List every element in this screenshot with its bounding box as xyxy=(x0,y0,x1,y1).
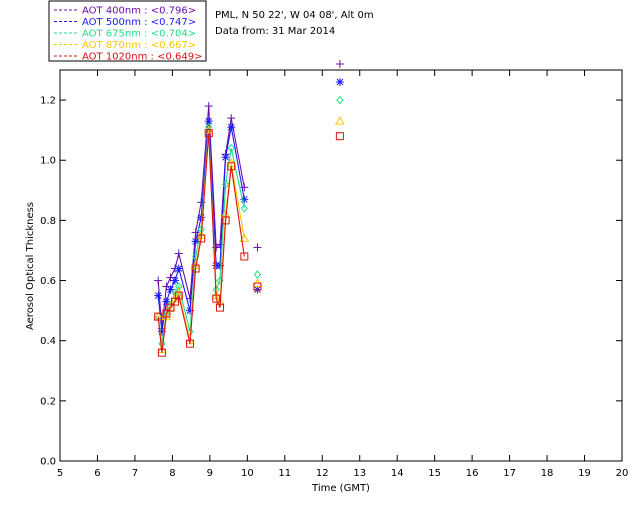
x-tick-label: 17 xyxy=(503,468,516,479)
x-tick-label: 14 xyxy=(391,468,404,479)
data-point-asterisk xyxy=(335,78,344,87)
x-tick-label: 20 xyxy=(616,468,629,479)
y-axis-label: Aerosol Optical Thickness xyxy=(25,202,36,330)
x-tick-label: 5 xyxy=(57,468,63,479)
site-info: PML, N 50 22', W 04 08', Alt 0m xyxy=(215,10,374,21)
x-tick-label: 10 xyxy=(241,468,254,479)
x-tick-label: 18 xyxy=(541,468,554,479)
legend-label: AOT 400nm : <0.796> xyxy=(82,6,196,17)
legend-label: AOT 1020nm : <0.649> xyxy=(82,52,202,63)
data-point-asterisk xyxy=(154,291,163,300)
data-point-asterisk xyxy=(227,123,236,132)
legend-label: AOT 675nm : <0.704> xyxy=(82,29,196,40)
x-tick-label: 7 xyxy=(132,468,138,479)
y-tick-label: 0.2 xyxy=(40,396,56,407)
legend-label: AOT 500nm : <0.747> xyxy=(82,17,196,28)
date-info: Data from: 31 Mar 2014 xyxy=(215,26,335,37)
x-tick-label: 15 xyxy=(428,468,441,479)
x-tick-label: 6 xyxy=(94,468,100,479)
x-tick-label: 13 xyxy=(353,468,366,479)
x-tick-label: 8 xyxy=(169,468,175,479)
y-tick-label: 0.6 xyxy=(40,276,56,287)
y-tick-label: 1.2 xyxy=(40,96,56,107)
x-tick-label: 16 xyxy=(466,468,479,479)
y-tick-label: 1.0 xyxy=(40,156,56,167)
data-point-asterisk xyxy=(221,153,230,162)
data-point-asterisk xyxy=(166,285,175,294)
data-point-asterisk xyxy=(174,264,183,273)
x-tick-label: 9 xyxy=(207,468,213,479)
legend-label: AOT 870nm : <0.667> xyxy=(82,40,196,51)
x-tick-label: 11 xyxy=(278,468,291,479)
legend: AOT 400nm : <0.796>AOT 500nm : <0.747>AO… xyxy=(48,0,207,63)
y-tick-label: 0.0 xyxy=(40,457,56,468)
x-axis-label: Time (GMT) xyxy=(311,483,370,494)
aot-chart: AOT 400nm : <0.796>AOT 500nm : <0.747>AO… xyxy=(0,0,640,512)
y-tick-label: 0.4 xyxy=(40,336,56,347)
data-point-asterisk xyxy=(197,213,206,222)
y-tick-label: 0.8 xyxy=(40,216,56,227)
x-tick-label: 12 xyxy=(316,468,329,479)
x-tick-label: 19 xyxy=(578,468,591,479)
data-point-asterisk xyxy=(171,276,180,285)
